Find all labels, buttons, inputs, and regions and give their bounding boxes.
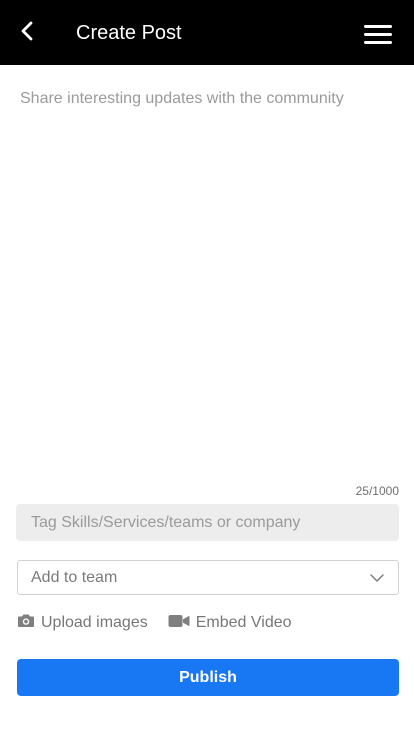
chevron-down-icon bbox=[369, 570, 385, 586]
page-title: Create Post bbox=[76, 22, 182, 44]
back-button[interactable] bbox=[14, 20, 40, 46]
menu-button[interactable] bbox=[364, 20, 396, 48]
upload-images-label: Upload images bbox=[41, 614, 148, 631]
character-counter: 25/1000 bbox=[355, 484, 399, 498]
media-actions: Upload images Embed Video bbox=[17, 612, 292, 634]
tag-input[interactable] bbox=[16, 504, 399, 541]
embed-video-label: Embed Video bbox=[195, 614, 292, 631]
upload-images-button[interactable]: Upload images bbox=[17, 613, 148, 633]
embed-video-button[interactable]: Embed Video bbox=[168, 614, 292, 633]
publish-button[interactable]: Publish bbox=[17, 659, 399, 696]
add-to-team-select[interactable]: Add to team bbox=[17, 560, 399, 595]
hamburger-menu-icon bbox=[364, 24, 392, 28]
app-header: Create Post bbox=[0, 0, 414, 65]
video-camera-icon bbox=[168, 614, 190, 633]
hamburger-line bbox=[364, 32, 392, 36]
hamburger-line bbox=[364, 40, 392, 44]
add-to-team-label: Add to team bbox=[31, 568, 118, 586]
post-text-input[interactable] bbox=[0, 66, 414, 476]
camera-icon bbox=[17, 613, 35, 633]
chevron-left-icon bbox=[20, 20, 34, 47]
